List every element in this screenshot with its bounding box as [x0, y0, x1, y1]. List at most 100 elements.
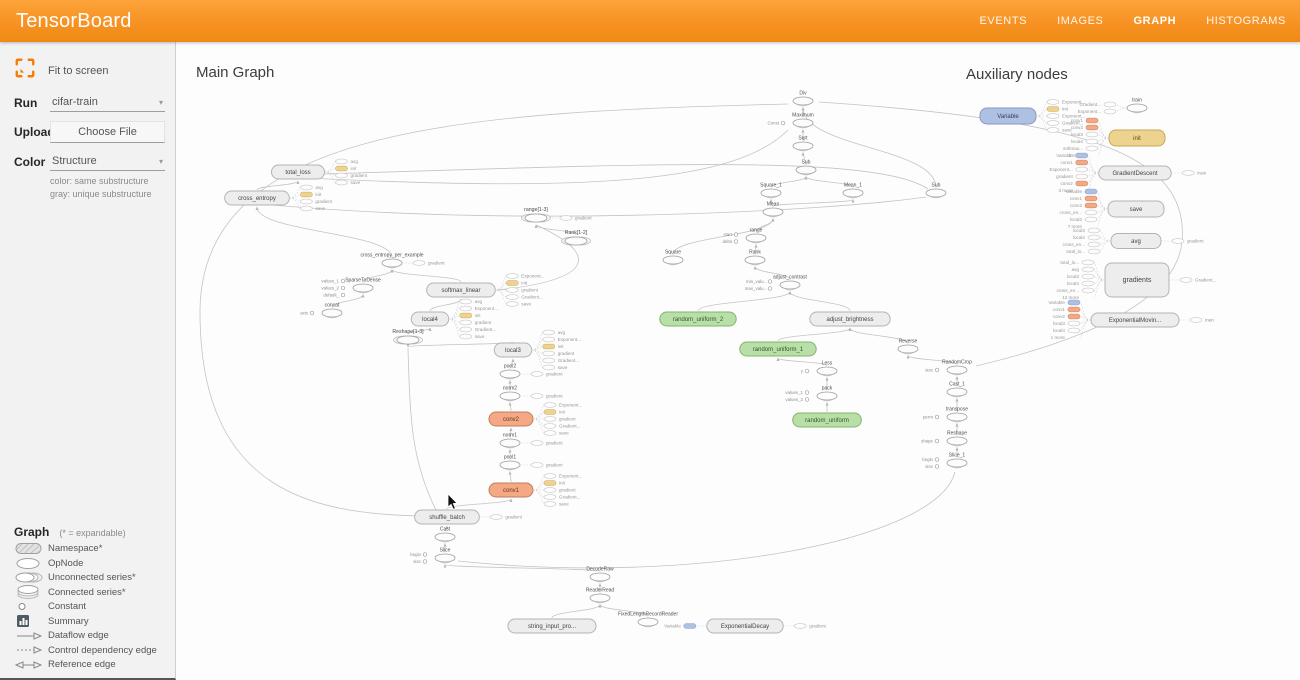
svg-text:local3: local3 — [505, 348, 521, 354]
graph-node-range13[interactable]: range[1-3] — [522, 207, 551, 222]
graph-node-concat[interactable]: concataxis — [300, 303, 342, 318]
svg-text:save: save — [558, 365, 568, 370]
graph-node-div[interactable]: Div — [793, 91, 813, 106]
svg-text:local4: local4 — [422, 317, 438, 323]
graph-node-pool1[interactable]: pool1 — [500, 455, 520, 470]
sidebar: Fit to screen Run cifar-train ▾ Upload C… — [0, 42, 176, 680]
graph-node-rank2[interactable]: Rank — [745, 250, 765, 265]
graph-node-square1[interactable]: Square_1 — [760, 183, 782, 198]
graph-node-mean1[interactable]: Mean_1 — [843, 183, 863, 198]
graph-node-expmoving[interactable]: ExponentialMovin... — [1091, 313, 1179, 327]
graph-node-softmax_linear[interactable]: softmax_linear — [427, 283, 496, 297]
graph-node-ru0[interactable]: random_uniform — [793, 413, 862, 427]
graph-node-reverse[interactable]: Reverse — [898, 339, 918, 354]
graph-node-maximum[interactable]: MaximumConst — [768, 113, 814, 128]
svg-text:Mean: Mean — [767, 202, 780, 208]
graph-node-sub2[interactable]: Sub — [926, 183, 946, 198]
graph-node-sub1[interactable]: Sub — [796, 160, 816, 175]
fit-to-screen-control[interactable]: Fit to screen — [14, 57, 165, 84]
graph-node-pool2[interactable]: pool2 — [500, 364, 520, 379]
graph-node-local3[interactable]: local3 — [494, 343, 531, 357]
graph-node-ru2[interactable]: random_uniform_2 — [660, 312, 736, 326]
svg-text:Exponent...: Exponent... — [559, 403, 582, 408]
graph-node-decoderaw[interactable]: DecodeRaw — [586, 567, 614, 582]
tab-events[interactable]: EVENTS — [979, 15, 1027, 27]
svg-text:save: save — [1130, 207, 1143, 213]
graph-node-pack[interactable]: packvalues_1values_2 — [785, 386, 837, 403]
svg-text:gradient: gradient — [546, 463, 563, 468]
svg-text:local4: local4 — [1053, 328, 1065, 333]
graph-node-cross_entropy[interactable]: cross_entropy — [225, 191, 290, 205]
svg-text:transpose: transpose — [946, 407, 968, 413]
svg-text:init: init — [559, 481, 566, 486]
graph-node-slice1[interactable]: Slice_1beginsize — [922, 453, 967, 470]
graph-node-cast1[interactable]: Cast_1 — [947, 382, 967, 397]
run-select[interactable]: cifar-train ▾ — [50, 93, 165, 112]
svg-text:y: y — [801, 369, 804, 374]
graph-node-gradients[interactable]: gradients — [1105, 263, 1169, 297]
graph-node-avg[interactable]: avg — [1111, 234, 1161, 249]
dataflow-edge-icon — [14, 631, 48, 641]
svg-text:axis: axis — [300, 311, 309, 316]
svg-text:GradientDescent: GradientDescent — [1112, 171, 1157, 177]
graph-node-reshape[interactable]: Reshapeshape — [921, 431, 967, 446]
tab-histograms[interactable]: HISTOGRAMS — [1206, 15, 1286, 27]
svg-text:train: train — [1197, 171, 1206, 176]
graph-node-transpose[interactable]: transposeperm — [923, 407, 968, 422]
graph-node-reshape13[interactable]: Reshape[1-3] — [392, 329, 424, 344]
graph-node-cepe[interactable]: cross_entropy_per_example — [360, 253, 423, 268]
svg-text:Reshape: Reshape — [947, 431, 967, 437]
graph-node-square[interactable]: Square — [663, 250, 683, 265]
svg-text:range[1-3]: range[1-3] — [524, 207, 548, 213]
graph-node-sparsetodense[interactable]: SparseToDensevalues_1values_2default_ — [321, 278, 381, 298]
tab-graph[interactable]: GRAPH — [1134, 15, 1177, 27]
graph-node-norm1[interactable]: norm1 — [500, 433, 520, 448]
svg-text:save: save — [521, 302, 531, 307]
svg-text:norm2: norm2 — [503, 386, 517, 392]
fit-to-screen-icon[interactable] — [14, 57, 36, 84]
graph-node-slice[interactable]: Slicebeginsize — [410, 548, 455, 565]
graph-node-mean[interactable]: Mean — [763, 202, 783, 217]
graph-node-ru1[interactable]: random_uniform_1 — [740, 342, 816, 356]
graph-node-graddescent[interactable]: GradientDescent — [1099, 166, 1172, 180]
reference-edge-icon — [14, 660, 48, 670]
svg-text:local3: local3 — [1053, 321, 1065, 326]
svg-text:gradient: gradient — [521, 288, 538, 293]
graph-node-rank12[interactable]: Rank[1-2] — [562, 230, 591, 245]
tab-images[interactable]: IMAGES — [1057, 15, 1103, 27]
graph-node-norm2[interactable]: norm2 — [500, 386, 520, 401]
graph-node-variable[interactable]: Variable — [980, 108, 1036, 124]
svg-text:shuffle_batch: shuffle_batch — [429, 515, 465, 521]
graph-node-expdecay[interactable]: ExponentialDecay — [707, 619, 783, 633]
graph-node-local4[interactable]: local4 — [411, 312, 448, 326]
graph-node-sqrt[interactable]: Sqrt — [793, 136, 813, 151]
const-size — [935, 465, 939, 469]
svg-text:SparseToDense: SparseToDense — [345, 278, 381, 284]
graph-node-save[interactable]: save — [1108, 201, 1164, 217]
legend-item-connected-series: Connected series* — [14, 585, 171, 600]
svg-text:Variable: Variable — [997, 114, 1019, 120]
choose-file-button[interactable]: Choose File — [50, 121, 165, 143]
graph-node-conv2[interactable]: conv2 — [489, 412, 533, 426]
svg-text:train: train — [1132, 98, 1142, 104]
edge-shuffle_batch-to-conv1 — [447, 499, 511, 509]
svg-text:conv2: conv2 — [1053, 314, 1066, 319]
graph-node-readerread[interactable]: ReaderRead — [586, 588, 615, 603]
graph-node-total_loss[interactable]: total_loss — [272, 165, 325, 179]
svg-text:Maximum: Maximum — [792, 113, 814, 119]
color-select[interactable]: Structure ▾ — [50, 152, 165, 171]
graph-node-stringinput[interactable]: string_input_pro... — [508, 619, 596, 633]
graph-node-init[interactable]: init — [1109, 130, 1165, 146]
graph-node-adjust_contrast[interactable]: adjust_contrastmin_valu..max_valu.. — [745, 275, 808, 292]
graph-node-shuffle_batch[interactable]: shuffle_batch — [415, 510, 480, 524]
graph-node-conv1[interactable]: conv1 — [489, 483, 533, 497]
svg-text:cross_entropy: cross_entropy — [238, 196, 276, 202]
graph-node-randomcrop[interactable]: RandomCropsize — [925, 360, 972, 375]
graph-node-range2[interactable]: rangestartdelta — [722, 228, 766, 245]
graph-node-cast[interactable]: Cast — [435, 527, 455, 542]
graph-node-less[interactable]: Lessy — [801, 361, 837, 376]
graph-node-adjust_brightness[interactable]: adjust_brightness — [810, 312, 890, 326]
chevron-down-icon: ▾ — [159, 98, 163, 107]
graph-canvas[interactable]: Div MaximumConst Sqrt Sub Square_1 Mean_1 Sub M… — [176, 42, 1300, 680]
graph-node-train[interactable]: train — [1127, 98, 1147, 113]
